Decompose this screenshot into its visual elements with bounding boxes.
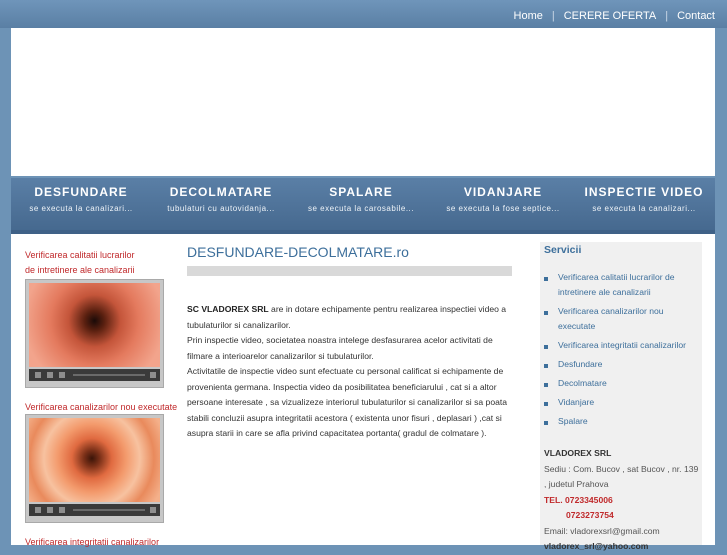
video-screen	[29, 418, 160, 502]
page-title: DESFUNDARE-DECOLMATARE.ro	[187, 244, 409, 260]
nav-contact-link[interactable]: Contact	[677, 10, 715, 22]
sidebar-item-decolmatare[interactable]: Decolmatare	[540, 376, 702, 391]
nav-item-subtitle: se executa la canalizari...	[29, 204, 133, 213]
top-nav: Home | CERERE OFERTA | Contact	[514, 10, 715, 22]
stop-icon[interactable]	[47, 507, 53, 513]
contact-address: Sediu : Com. Bucov , sat Bucov , nr. 139…	[544, 463, 699, 490]
nav-item-subtitle: se executa la carosabile...	[308, 204, 414, 213]
sidebar-item-desfundare[interactable]: Desfundare	[540, 357, 702, 372]
services-list: Verificarea calitatii lucrarilor de intr…	[540, 270, 702, 433]
nav-item-title: DESFUNDARE	[34, 185, 128, 199]
sidebar-item-label: Verificarea calitatii lucrarilor de intr…	[558, 272, 675, 297]
play-icon[interactable]	[35, 372, 41, 378]
skip-icon[interactable]	[59, 372, 65, 378]
video-player-1[interactable]	[25, 279, 164, 388]
volume-icon[interactable]	[150, 372, 156, 378]
title-divider-bar	[187, 266, 512, 276]
header-banner	[11, 28, 715, 176]
sidebar-item-verificarea-nou[interactable]: Verificarea canalizarilor nou executate	[540, 304, 702, 334]
skip-icon[interactable]	[59, 507, 65, 513]
sidebar-item-label: Vidanjare	[558, 397, 595, 407]
nav-item-subtitle: se executa la fose septice...	[446, 204, 560, 213]
nav-separator: |	[551, 10, 555, 22]
nav-item-title: VIDANJARE	[463, 185, 543, 199]
sidebar-item-label: Desfundare	[558, 359, 603, 369]
company-name: SC VLADOREX SRL	[187, 304, 269, 314]
service-nav-bar: DESFUNDARE se executa la canalizari... D…	[11, 178, 715, 234]
contact-email[interactable]: Email: vladorexsrl@gmail.com	[544, 524, 702, 540]
nav-cerere-oferta-link[interactable]: CERERE OFERTA	[564, 10, 657, 22]
contact-email-2[interactable]: vladorex_srl@yahoo.com	[544, 539, 702, 555]
bullet-icon	[544, 364, 548, 368]
sidebar-item-label: Verificarea canalizarilor nou executate	[558, 306, 664, 331]
video-controls[interactable]	[29, 504, 160, 516]
volume-icon[interactable]	[150, 507, 156, 513]
sidebar-item-verificarea-calitatii[interactable]: Verificarea calitatii lucrarilor de intr…	[540, 270, 702, 300]
main-text: SC VLADOREX SRL are in dotare echipament…	[187, 302, 517, 442]
video-screen	[29, 283, 160, 367]
contact-phone-2: 0723273754	[566, 510, 614, 520]
play-icon[interactable]	[35, 507, 41, 513]
bullet-icon	[544, 311, 548, 315]
nav-item-title: DECOLMATARE	[169, 185, 273, 199]
video1-title-line1: Verificarea calitatii lucrarilor	[25, 250, 135, 260]
content-area: Verificarea calitatii lucrarilor de intr…	[11, 234, 715, 551]
nav-item-decolmatare[interactable]: DECOLMATARE tubulaturi cu autovidanja...	[151, 178, 291, 213]
paragraph-3: Activitatile de inspectie video sunt efe…	[187, 366, 508, 438]
progress-track[interactable]	[73, 509, 145, 511]
paragraph-2: Prin inspectie video, societatea noastra…	[187, 335, 493, 361]
bullet-icon	[544, 421, 548, 425]
nav-item-title: SPALARE	[329, 185, 393, 199]
contact-company: VLADOREX SRL	[544, 448, 612, 458]
contact-phone: TEL. 0723345006	[544, 494, 613, 505]
sidebar-item-label: Verificarea integritatii canalizarilor	[558, 340, 687, 350]
nav-item-spalare[interactable]: SPALARE se executa la carosabile...	[291, 178, 431, 213]
nav-item-title: INSPECTIE VIDEO	[584, 185, 704, 199]
bullet-icon	[544, 345, 548, 349]
services-sidebar: Servicii Verificarea calitatii lucrarilo…	[540, 242, 702, 551]
sidebar-item-label: Decolmatare	[558, 378, 607, 388]
sidebar-item-spalare[interactable]: Spalare	[540, 414, 702, 429]
nav-item-subtitle: se executa la canalizari...	[592, 204, 696, 213]
sidebar-title: Servicii	[544, 244, 582, 256]
bullet-icon	[544, 383, 548, 387]
nav-item-inspectie-video[interactable]: INSPECTIE VIDEO se executa la canalizari…	[574, 178, 714, 213]
nav-item-vidanjare[interactable]: VIDANJARE se executa la fose septice...	[433, 178, 573, 213]
video-player-2[interactable]	[25, 414, 164, 523]
progress-track[interactable]	[73, 374, 145, 376]
stop-icon[interactable]	[47, 372, 53, 378]
bullet-icon	[544, 277, 548, 281]
nav-separator: |	[665, 10, 669, 22]
bullet-icon	[544, 402, 548, 406]
contact-block: VLADOREX SRL Sediu : Com. Bucov , sat Bu…	[544, 446, 702, 555]
video2-title[interactable]: Verificarea canalizarilor nou executate	[25, 400, 177, 415]
video1-title[interactable]: Verificarea calitatii lucrarilor de intr…	[25, 248, 135, 278]
video-controls[interactable]	[29, 369, 160, 381]
video3-title[interactable]: Verificarea integritatii canalizarilor	[25, 535, 159, 550]
sidebar-item-label: Spalare	[558, 416, 588, 426]
sidebar-item-vidanjare[interactable]: Vidanjare	[540, 395, 702, 410]
top-bar: Home | CERERE OFERTA | Contact	[0, 0, 727, 28]
sidebar-item-verificarea-integritatii[interactable]: Verificarea integritatii canalizarilor	[540, 338, 702, 353]
video1-title-line2: de intretinere ale canalizarii	[25, 265, 135, 275]
nav-home-link[interactable]: Home	[514, 10, 543, 22]
nav-item-desfundare[interactable]: DESFUNDARE se executa la canalizari...	[11, 178, 151, 213]
nav-item-subtitle: tubulaturi cu autovidanja...	[167, 204, 275, 213]
